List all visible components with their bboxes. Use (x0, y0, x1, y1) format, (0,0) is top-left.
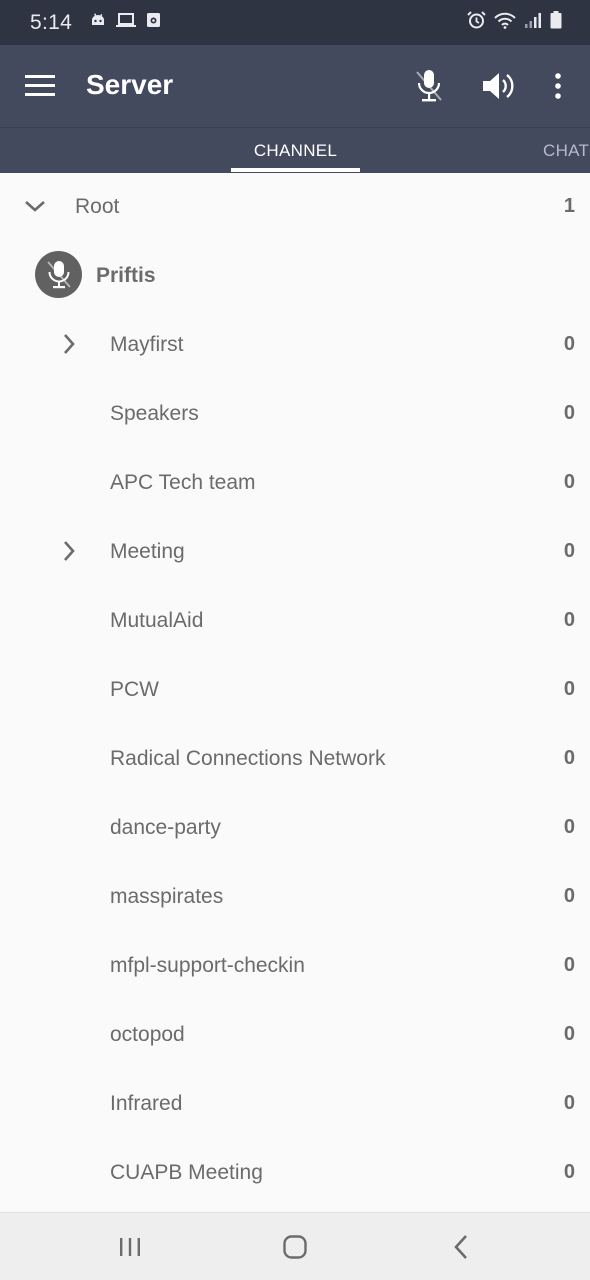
channel-row[interactable]: PCW 0 (0, 655, 590, 724)
microphone-button[interactable] (407, 63, 451, 109)
signal-icon (524, 12, 542, 34)
channel-label: mfpl-support-checkin (110, 954, 305, 977)
home-button[interactable] (275, 1233, 315, 1261)
channel-label: dance-party (110, 816, 221, 839)
channel-row[interactable]: MutualAid 0 (0, 586, 590, 655)
channel-label: Mayfirst (110, 333, 184, 356)
root-user-count: 1 (563, 195, 575, 217)
hamburger-menu-icon (25, 75, 55, 96)
channel-label: APC Tech team (110, 471, 256, 494)
channel-label: octopod (110, 1023, 185, 1046)
wifi-icon (494, 12, 516, 34)
chevron-right-icon (64, 541, 75, 561)
channel-row[interactable]: Radical Connections Network 0 (0, 724, 590, 793)
microphone-icon (416, 70, 442, 102)
microphone-icon (46, 260, 71, 288)
speaker-icon (483, 73, 514, 99)
channel-label: Infrared (110, 1092, 183, 1115)
status-bar: 5:14 (0, 0, 590, 45)
channel-row[interactable]: Meeting 0 (0, 517, 590, 586)
status-time: 5:14 (30, 10, 73, 34)
channel-user-count: 0 (563, 1023, 575, 1045)
channel-user-count: 0 (563, 816, 575, 838)
channel-user-count: 0 (563, 678, 575, 700)
root-channel-row[interactable]: Root 1 (0, 172, 590, 241)
channel-user-count: 0 (563, 609, 575, 631)
more-options-button[interactable] (536, 63, 580, 109)
channel-list: Root 1 Priftis Mayfirst 0 Speakers 0 APC… (0, 172, 590, 1212)
channel-user-count: 0 (563, 1092, 575, 1114)
channel-user-count: 0 (563, 333, 575, 355)
channel-user-count: 0 (563, 954, 575, 976)
channel-user-count: 0 (563, 402, 575, 424)
channel-user-count: 0 (563, 471, 575, 493)
channel-row[interactable]: Mayfirst 0 (0, 310, 590, 379)
channel-label: MutualAid (110, 609, 204, 632)
toolbar-title: Server (86, 69, 174, 100)
channel-row[interactable]: Speakers 0 (0, 379, 590, 448)
channel-user-count: 0 (563, 1161, 575, 1183)
channel-label: Speakers (110, 402, 199, 425)
screen: 5:14 Server CHANNEL CHAT Root 1 Priftis … (0, 0, 590, 1280)
channel-row[interactable]: dance-party 0 (0, 793, 590, 862)
user-name: Priftis (96, 264, 156, 287)
more-vert-icon (555, 73, 561, 99)
recent-apps-button[interactable] (110, 1233, 150, 1261)
tab-chat[interactable]: CHAT (530, 128, 590, 173)
chevron-down-icon (25, 201, 45, 212)
channel-label: Radical Connections Network (110, 747, 386, 770)
menu-button[interactable] (24, 71, 56, 101)
tab-bar: CHANNEL CHAT (0, 127, 590, 173)
channel-user-count: 0 (563, 747, 575, 769)
toolbar: Server (0, 45, 590, 127)
channel-row[interactable]: masspirates 0 (0, 862, 590, 931)
chevron-right-icon (64, 334, 75, 354)
recent-apps-icon (120, 1238, 140, 1256)
tab-channel[interactable]: CHANNEL (231, 128, 360, 173)
avatar (35, 251, 82, 298)
speaker-button[interactable] (476, 63, 520, 109)
back-button[interactable] (441, 1233, 481, 1261)
channel-row[interactable]: Infrared 0 (0, 1069, 590, 1138)
alarm-icon (467, 11, 486, 34)
channel-label: Meeting (110, 540, 185, 563)
channel-row[interactable]: octopod 0 (0, 1000, 590, 1069)
square-app-icon (146, 12, 161, 33)
channel-label: PCW (110, 678, 159, 701)
battery-icon (550, 11, 562, 34)
channel-user-count: 0 (563, 885, 575, 907)
root-channel-label: Root (75, 195, 120, 218)
channel-label: masspirates (110, 885, 224, 908)
channel-label: CUAPB Meeting (110, 1161, 263, 1184)
user-row[interactable]: Priftis (0, 241, 590, 310)
back-icon (454, 1235, 467, 1259)
channel-user-count: 0 (563, 540, 575, 562)
channel-row[interactable]: CUAPB Meeting 0 (0, 1138, 590, 1207)
android-robot-icon (90, 13, 106, 32)
laptop-icon (116, 12, 137, 33)
home-icon (283, 1235, 307, 1259)
channel-row[interactable]: APC Tech team 0 (0, 448, 590, 517)
system-nav-bar (0, 1212, 590, 1280)
channel-row[interactable]: mfpl-support-checkin 0 (0, 931, 590, 1000)
